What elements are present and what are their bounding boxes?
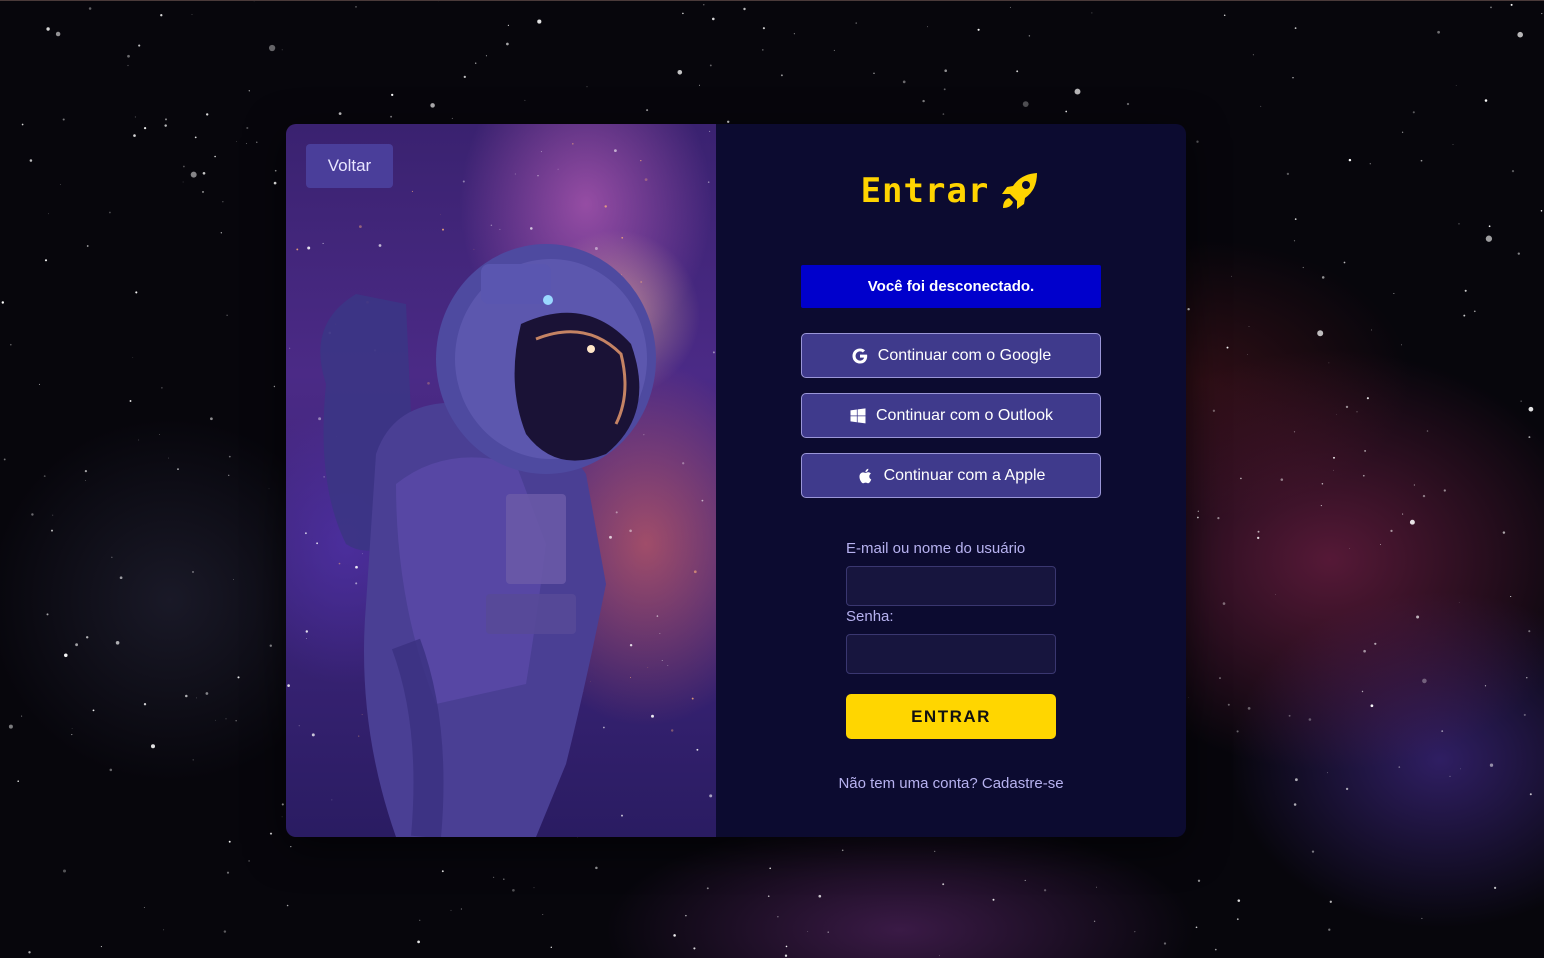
back-button[interactable]: Voltar: [306, 144, 393, 188]
email-label: E-mail ou nome do usuário: [846, 540, 1026, 557]
signup-prompt-text: Não tem uma conta?: [838, 775, 978, 792]
apple-icon: [859, 468, 871, 483]
email-input[interactable]: [846, 566, 1056, 606]
outlook-login-button[interactable]: Continuar com o Outlook: [801, 393, 1101, 438]
password-label: Senha:: [846, 608, 894, 625]
outlook-login-label: Continuar com o Outlook: [876, 406, 1053, 424]
password-input[interactable]: [846, 634, 1056, 674]
logout-alert: Você foi desconectado.: [801, 265, 1101, 308]
apple-login-label: Continuar com a Apple: [883, 466, 1046, 484]
signup-link[interactable]: Cadastre-se: [982, 775, 1064, 792]
astronaut-image: [287, 130, 715, 837]
signup-prompt: Não tem uma conta? Cadastre-se: [716, 775, 1186, 792]
page-title: Entrar: [860, 171, 990, 211]
login-card: Voltar Entrar Você foi desconectado. Con…: [286, 124, 1186, 837]
login-panel: Entrar Você foi desconectado. Continuar …: [716, 124, 1186, 837]
google-login-button[interactable]: Continuar com o Google: [801, 333, 1101, 378]
apple-login-button[interactable]: Continuar com a Apple: [801, 453, 1101, 498]
submit-button[interactable]: ENTRAR: [846, 694, 1056, 739]
rocket-icon: [1002, 173, 1038, 209]
title-row: Entrar: [716, 168, 1186, 214]
windows-icon: [850, 407, 866, 423]
astronaut-illustration: Voltar: [286, 124, 716, 837]
google-icon: [852, 348, 867, 363]
google-login-label: Continuar com o Google: [877, 346, 1052, 364]
top-divider: [0, 0, 1544, 1]
